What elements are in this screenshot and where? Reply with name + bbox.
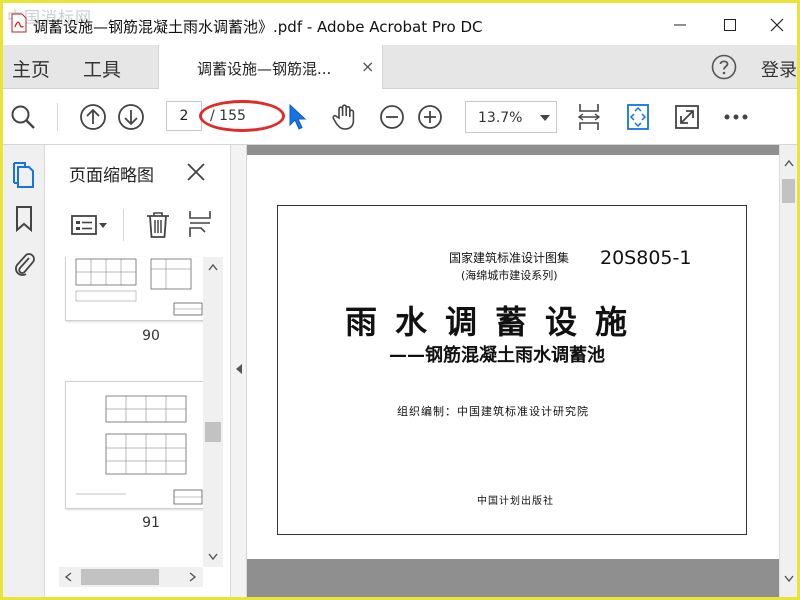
bookmark-icon [16, 206, 32, 233]
scrollbar-thumb[interactable] [782, 179, 795, 203]
zoom-in-icon [418, 105, 442, 129]
fit-width-button[interactable] [575, 103, 603, 131]
panel-title: 页面缩略图 [69, 166, 154, 186]
tab-bar: 主页 工具 调蓄设施—钢筋混... × 登录 [3, 45, 797, 89]
bookmarks-button[interactable] [10, 205, 38, 233]
close-window-button[interactable] [757, 11, 797, 39]
tab-document[interactable]: 调蓄设施—钢筋混... × [158, 45, 383, 89]
scroll-down-icon[interactable] [208, 553, 218, 561]
toolbar-separator [57, 103, 58, 131]
paperclip-icon [15, 253, 35, 276]
thumbnail-vertical-scrollbar[interactable] [203, 257, 223, 567]
zoom-level-dropdown[interactable]: 13.7% [465, 101, 557, 133]
title-bar: 中国消标网 调蓄设施—钢筋混凝土雨水调蓄池》.pdf - Adobe Acrob… [3, 3, 797, 45]
thumbnail-horizontal-scrollbar[interactable] [59, 567, 203, 587]
scroll-right-icon[interactable] [189, 572, 197, 582]
maximize-button[interactable] [710, 11, 750, 39]
page-thumbnails-panel: 页面缩略图 90 91 [45, 145, 231, 597]
attachments-button[interactable] [10, 249, 38, 277]
fit-page-icon [627, 104, 649, 130]
pages-icon [13, 162, 34, 188]
arrow-up-circle-icon [80, 104, 106, 130]
hand-tool-button[interactable] [330, 103, 358, 131]
scroll-up-icon[interactable] [784, 159, 794, 167]
page-thumbnail-drawing [76, 395, 203, 505]
chevron-down-icon [540, 115, 550, 121]
maximize-icon [724, 19, 736, 31]
expand-icon [675, 105, 699, 129]
thumbnail-page-91[interactable] [65, 381, 205, 509]
hand-icon [332, 104, 355, 130]
select-tool-button[interactable] [283, 103, 311, 131]
zoom-out-button[interactable] [378, 103, 406, 131]
document-code: 20S805-1 [600, 247, 692, 269]
full-screen-button[interactable] [673, 103, 701, 131]
document-view[interactable]: 国家建筑标准设计图集 (海绵城市建设系列) 20S805-1 雨水调蓄设施 ——… [247, 145, 779, 597]
scroll-down-icon[interactable] [784, 575, 794, 583]
toolbar: 2 / 155 13.7% [3, 89, 797, 145]
zoom-level-value: 13.7% [478, 110, 523, 126]
close-icon [770, 18, 784, 32]
thumbnail-label: 90 [142, 328, 160, 344]
document-vertical-scrollbar[interactable] [779, 145, 797, 597]
thumbnail-options-icon[interactable] [71, 213, 109, 237]
left-navigation-rail [3, 145, 45, 597]
tab-home[interactable]: 主页 [12, 55, 50, 82]
cursor-arrow-icon [289, 103, 307, 130]
panel-splitter[interactable] [231, 145, 247, 597]
document-title: 雨水调蓄设施 [345, 303, 646, 341]
window-title: 调蓄设施—钢筋混凝土雨水调蓄池》.pdf - Adobe Acrobat Pro… [33, 18, 483, 36]
more-tools-button[interactable] [722, 103, 750, 131]
thumbnail-tools [45, 203, 231, 249]
fit-page-width-icon [577, 104, 601, 130]
minimize-button[interactable] [660, 11, 700, 39]
page-thumbnails-button[interactable] [10, 161, 38, 189]
help-icon[interactable] [711, 54, 737, 80]
document-series: (海绵城市建设系列) [461, 269, 558, 282]
tools-separator [123, 209, 124, 241]
pdf-file-icon [11, 13, 27, 33]
zoom-in-button[interactable] [416, 103, 444, 131]
scrollbar-thumb[interactable] [205, 422, 221, 442]
annotation-circle [199, 100, 285, 132]
search-icon [11, 105, 35, 129]
previous-page-button[interactable] [79, 103, 107, 131]
arrow-down-circle-icon [118, 104, 144, 130]
thumbnail-page-90[interactable] [65, 257, 205, 321]
next-page-button[interactable] [117, 103, 145, 131]
more-dots-icon [724, 114, 748, 120]
minimize-icon [674, 24, 686, 26]
close-tab-icon[interactable]: × [361, 57, 374, 76]
trash-icon[interactable] [145, 211, 171, 239]
scrollbar-thumb[interactable] [81, 569, 159, 585]
collapse-panel-icon[interactable] [235, 363, 243, 375]
close-panel-icon[interactable] [185, 161, 207, 183]
sign-in-link[interactable]: 登录 [761, 56, 797, 82]
tab-tools[interactable]: 工具 [83, 55, 121, 82]
document-tab-label: 调蓄设施—钢筋混... [197, 60, 332, 78]
page-number-input[interactable]: 2 [166, 101, 202, 131]
insert-page-icon[interactable] [187, 209, 213, 239]
search-button[interactable] [9, 103, 37, 131]
fit-page-button[interactable] [624, 103, 652, 131]
document-subtitle: ——钢筋混凝土雨水调蓄池 [389, 345, 605, 366]
scroll-left-icon[interactable] [64, 572, 72, 582]
scroll-up-icon[interactable] [208, 263, 218, 271]
document-collection: 国家建筑标准设计图集 [449, 251, 570, 265]
document-compiler: 组织编制：中国建筑标准设计研究院 [397, 405, 589, 418]
document-publisher: 中国计划出版社 [477, 496, 554, 507]
zoom-out-icon [380, 105, 404, 129]
pdf-page: 国家建筑标准设计图集 (海绵城市建设系列) 20S805-1 雨水调蓄设施 ——… [247, 155, 779, 559]
page-thumbnail-drawing [75, 258, 203, 316]
thumbnail-label: 91 [142, 515, 160, 531]
